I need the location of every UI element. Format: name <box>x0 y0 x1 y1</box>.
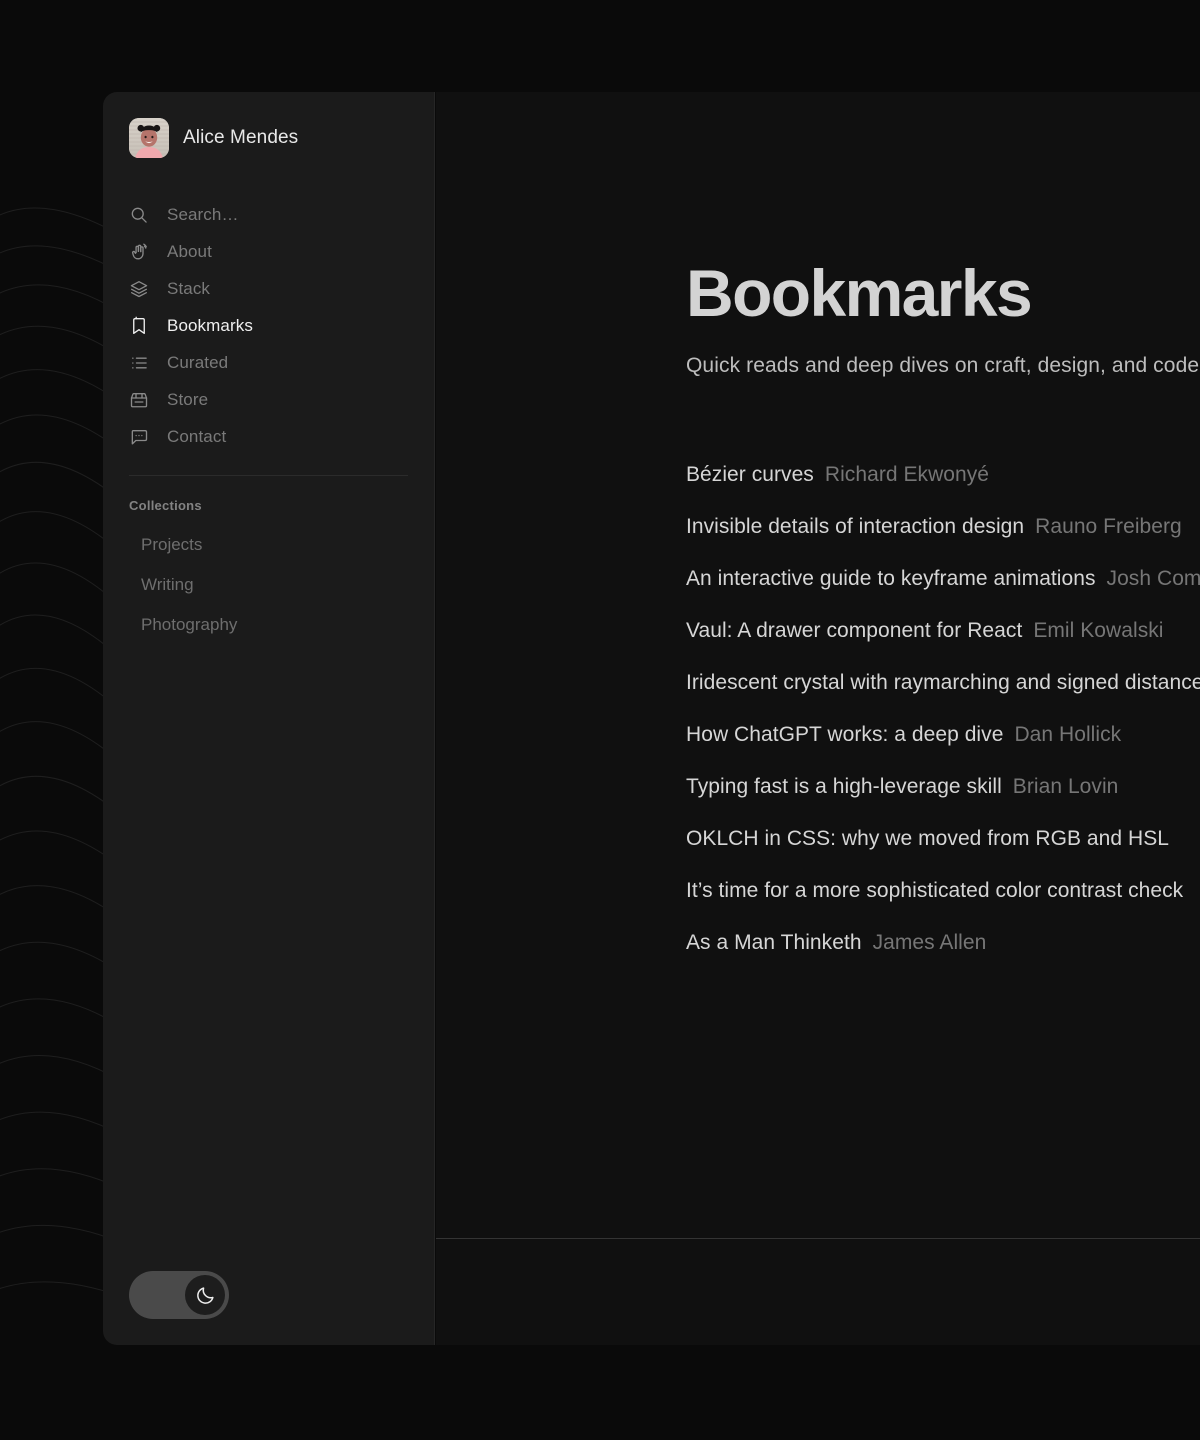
page-subtitle: Quick reads and deep dives on craft, des… <box>686 354 1200 378</box>
bookmark-title: Iridescent crystal with raymarching and … <box>686 671 1200 695</box>
bookmark-icon <box>129 316 149 336</box>
profile-header[interactable]: Alice Mendes <box>103 92 434 158</box>
bookmark-author: Richard Ekwonyé <box>825 463 989 487</box>
sidebar-item-label: Store <box>167 390 208 410</box>
sidebar-item-curated[interactable]: Curated <box>129 344 408 381</box>
bookmark-item[interactable]: OKLCH in CSS: why we moved from RGB and … <box>686 813 1200 865</box>
bookmark-title: Typing fast is a high-leverage skill <box>686 775 1002 799</box>
sidebar-item-contact[interactable]: Contact <box>129 418 408 455</box>
user-photo-avatar-icon <box>129 118 169 158</box>
app-root: Bookmarks Quick reads and deep dives on … <box>0 0 1200 1440</box>
bookmark-title: It’s time for a more sophisticated color… <box>686 879 1183 903</box>
collection-item-writing[interactable]: Writing <box>129 565 408 605</box>
message-icon <box>129 427 149 447</box>
sidebar-footer <box>103 1271 434 1345</box>
bookmark-title: OKLCH in CSS: why we moved from RGB and … <box>686 827 1169 851</box>
bookmark-author: Brian Lovin <box>1013 775 1119 799</box>
bookmark-title: Vaul: A drawer component for React <box>686 619 1022 643</box>
bookmark-author: Dan Hollick <box>1014 723 1121 747</box>
bookmark-item[interactable]: Iridescent crystal with raymarching and … <box>686 657 1200 709</box>
collections-section: Collections Projects Writing Photography <box>103 476 434 645</box>
bookmark-title: Invisible details of interaction design <box>686 515 1024 539</box>
bookmark-title: As a Man Thinketh <box>686 931 862 955</box>
sidebar-item-stack[interactable]: Stack <box>129 270 408 307</box>
bookmark-author: Emil Kowalski <box>1033 619 1163 643</box>
bookmark-title: How ChatGPT works: a deep dive <box>686 723 1003 747</box>
content-bottom-divider <box>436 1238 1200 1239</box>
layers-icon <box>129 279 149 299</box>
sidebar-item-label: Bookmarks <box>167 316 253 336</box>
search-icon <box>129 205 149 225</box>
bookmark-title: Bézier curves <box>686 463 814 487</box>
collection-item-photography[interactable]: Photography <box>129 605 408 645</box>
collection-label: Projects <box>141 535 202 555</box>
storefront-icon <box>129 390 149 410</box>
sidebar-item-about[interactable]: About <box>129 233 408 270</box>
bookmark-item[interactable]: Invisible details of interaction design … <box>686 501 1200 553</box>
dark-mode-toggle[interactable] <box>129 1271 229 1319</box>
toggle-knob <box>185 1275 225 1315</box>
bookmark-item[interactable]: How ChatGPT works: a deep dive Dan Holli… <box>686 709 1200 761</box>
wave-hand-icon <box>129 242 149 262</box>
bookmark-item[interactable]: Bézier curves Richard Ekwonyé <box>686 449 1200 501</box>
bookmark-author: Rauno Freiberg <box>1035 515 1182 539</box>
sidebar-nav: Search… About <box>103 196 434 455</box>
bookmark-item[interactable]: Vaul: A drawer component for React Emil … <box>686 605 1200 657</box>
list-icon <box>129 353 149 373</box>
bookmark-item[interactable]: It’s time for a more sophisticated color… <box>686 865 1200 917</box>
collection-label: Writing <box>141 575 194 595</box>
sidebar-item-store[interactable]: Store <box>129 381 408 418</box>
sidebar-item-label: Contact <box>167 427 226 447</box>
bookmark-title: An interactive guide to keyframe animati… <box>686 567 1096 591</box>
collection-item-projects[interactable]: Projects <box>129 525 408 565</box>
sidebar-item-label: Search… <box>167 205 239 225</box>
profile-name: Alice Mendes <box>183 127 298 149</box>
sidebar-item-bookmarks[interactable]: Bookmarks <box>129 307 408 344</box>
moon-icon <box>195 1285 216 1306</box>
bookmark-list: Bézier curves Richard Ekwonyé Invisible … <box>686 449 1200 969</box>
page-title: Bookmarks <box>686 260 1200 326</box>
sidebar: Alice Mendes Search… <box>103 92 435 1345</box>
sidebar-item-label: About <box>167 242 212 262</box>
collections-heading: Collections <box>129 498 408 513</box>
sidebar-item-search[interactable]: Search… <box>129 196 408 233</box>
bookmark-item[interactable]: As a Man Thinketh James Allen <box>686 917 1200 969</box>
wave-pattern-decoration <box>0 180 120 1340</box>
sidebar-item-label: Curated <box>167 353 228 373</box>
main-content-panel: Bookmarks Quick reads and deep dives on … <box>436 92 1200 1345</box>
sidebar-item-label: Stack <box>167 279 210 299</box>
bookmark-item[interactable]: An interactive guide to keyframe animati… <box>686 553 1200 605</box>
bookmark-author: James Allen <box>873 931 987 955</box>
bookmark-item[interactable]: Typing fast is a high-leverage skill Bri… <box>686 761 1200 813</box>
collection-label: Photography <box>141 615 237 635</box>
bookmark-author: Josh Comeau <box>1107 567 1200 591</box>
avatar <box>129 118 169 158</box>
